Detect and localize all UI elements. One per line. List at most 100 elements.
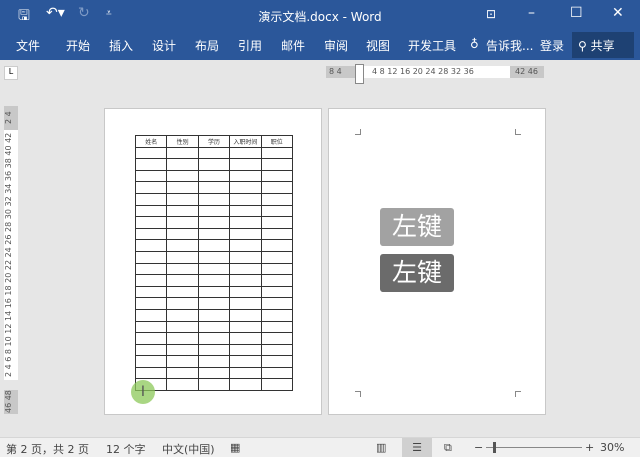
table-cell[interactable] [197, 204, 231, 218]
share-button[interactable]: ⚲ 共享 [572, 32, 634, 58]
table-cell[interactable] [134, 250, 168, 264]
table-cell[interactable] [134, 320, 168, 334]
tab-design[interactable]: 设计 [152, 37, 176, 54]
table-cell[interactable] [260, 181, 293, 194]
minimize-icon[interactable]: – [528, 5, 535, 21]
table-cell[interactable] [134, 297, 168, 310]
tab-view[interactable]: 视图 [366, 37, 390, 54]
table-cell[interactable] [197, 355, 231, 368]
table-cell[interactable] [260, 169, 293, 183]
table-cell[interactable] [134, 216, 168, 229]
table-cell[interactable] [197, 320, 231, 334]
table-cell[interactable] [197, 169, 231, 183]
header-position[interactable]: 职位 [260, 135, 293, 148]
table-cell[interactable] [260, 274, 293, 287]
employee-table[interactable]: 姓名 性别 学历 入职时间 职位 [134, 135, 293, 392]
table-cell[interactable] [166, 262, 199, 276]
print-layout-icon[interactable]: ☰ [402, 438, 432, 457]
table-cell[interactable] [197, 308, 231, 322]
table-cell[interactable] [134, 285, 168, 299]
table-cell[interactable] [166, 169, 199, 183]
table-cell[interactable] [134, 239, 168, 252]
table-cell[interactable] [229, 274, 262, 287]
ribbon-display-icon[interactable]: ⊡ [486, 7, 496, 21]
table-cell[interactable] [229, 204, 262, 218]
table-cell[interactable] [260, 378, 293, 392]
table-cell[interactable] [197, 285, 231, 299]
table-cell[interactable] [229, 227, 262, 241]
table-cell[interactable] [229, 378, 262, 392]
maximize-icon[interactable]: ☐ [570, 5, 583, 21]
table-cell[interactable] [197, 366, 231, 380]
zoom-level[interactable]: 30% [600, 441, 624, 454]
table-cell[interactable] [134, 192, 168, 206]
close-icon[interactable]: ✕ [612, 5, 624, 21]
table-cell[interactable] [229, 297, 262, 310]
table-cell[interactable] [229, 216, 262, 229]
table-cell[interactable] [197, 239, 231, 252]
macro-record-icon[interactable]: ▦ [230, 441, 240, 454]
table-cell[interactable] [197, 262, 231, 276]
table-cell[interactable] [134, 146, 168, 160]
table-cell[interactable] [260, 308, 293, 322]
word-count[interactable]: 12 个字 [106, 441, 146, 457]
table-cell[interactable] [260, 250, 293, 264]
table-cell[interactable] [166, 146, 199, 160]
table-cell[interactable] [260, 192, 293, 206]
table-cell[interactable] [134, 332, 168, 345]
table-cell[interactable] [260, 343, 293, 357]
table-cell[interactable] [134, 204, 168, 218]
zoom-in-button[interactable]: + [585, 441, 594, 454]
table-cell[interactable] [229, 355, 262, 368]
table-cell[interactable] [229, 158, 262, 171]
table-cell[interactable] [134, 355, 168, 368]
table-cell[interactable] [197, 378, 231, 392]
tell-me-search[interactable]: 告诉我... [486, 37, 533, 54]
table-cell[interactable] [229, 181, 262, 194]
table-cell[interactable] [260, 227, 293, 241]
web-layout-icon[interactable]: ⧉ [444, 441, 452, 455]
table-cell[interactable] [166, 158, 199, 171]
tab-insert[interactable]: 插入 [109, 37, 133, 54]
table-cell[interactable] [197, 297, 231, 310]
table-cell[interactable] [260, 285, 293, 299]
table-cell[interactable] [166, 320, 199, 334]
table-cell[interactable] [229, 239, 262, 252]
table-cell[interactable] [166, 204, 199, 218]
table-cell[interactable] [229, 169, 262, 183]
login-link[interactable]: 登录 [540, 37, 564, 54]
zoom-out-button[interactable]: − [474, 441, 483, 454]
table-cell[interactable] [229, 285, 262, 299]
table-cell[interactable] [166, 332, 199, 345]
tab-developer[interactable]: 开发工具 [408, 37, 456, 54]
indent-marker[interactable] [355, 64, 364, 84]
table-cell[interactable] [166, 250, 199, 264]
table-cell[interactable] [229, 146, 262, 160]
tab-selector[interactable]: L [4, 66, 18, 80]
header-gender[interactable]: 性别 [166, 135, 199, 148]
table-cell[interactable] [197, 227, 231, 241]
table-cell[interactable] [260, 158, 293, 171]
table-cell[interactable] [166, 366, 199, 380]
tab-file[interactable]: 文件 [16, 37, 40, 54]
table-cell[interactable] [229, 192, 262, 206]
table-cell[interactable] [166, 192, 199, 206]
table-cell[interactable] [260, 239, 293, 252]
table-cell[interactable] [134, 262, 168, 276]
table-cell[interactable] [229, 250, 262, 264]
table-cell[interactable] [197, 332, 231, 345]
table-cell[interactable] [260, 262, 293, 276]
table-cell[interactable] [166, 308, 199, 322]
table-cell[interactable] [197, 216, 231, 229]
table-cell[interactable] [260, 216, 293, 229]
table-cell[interactable] [229, 343, 262, 357]
table-cell[interactable] [134, 158, 168, 171]
table-cell[interactable] [134, 274, 168, 287]
table-cell[interactable] [260, 146, 293, 160]
header-hire-date[interactable]: 入职时间 [229, 135, 262, 148]
table-cell[interactable] [134, 169, 168, 183]
header-name[interactable]: 姓名 [134, 135, 168, 148]
table-cell[interactable] [166, 227, 199, 241]
table-cell[interactable] [197, 192, 231, 206]
table-cell[interactable] [166, 343, 199, 357]
